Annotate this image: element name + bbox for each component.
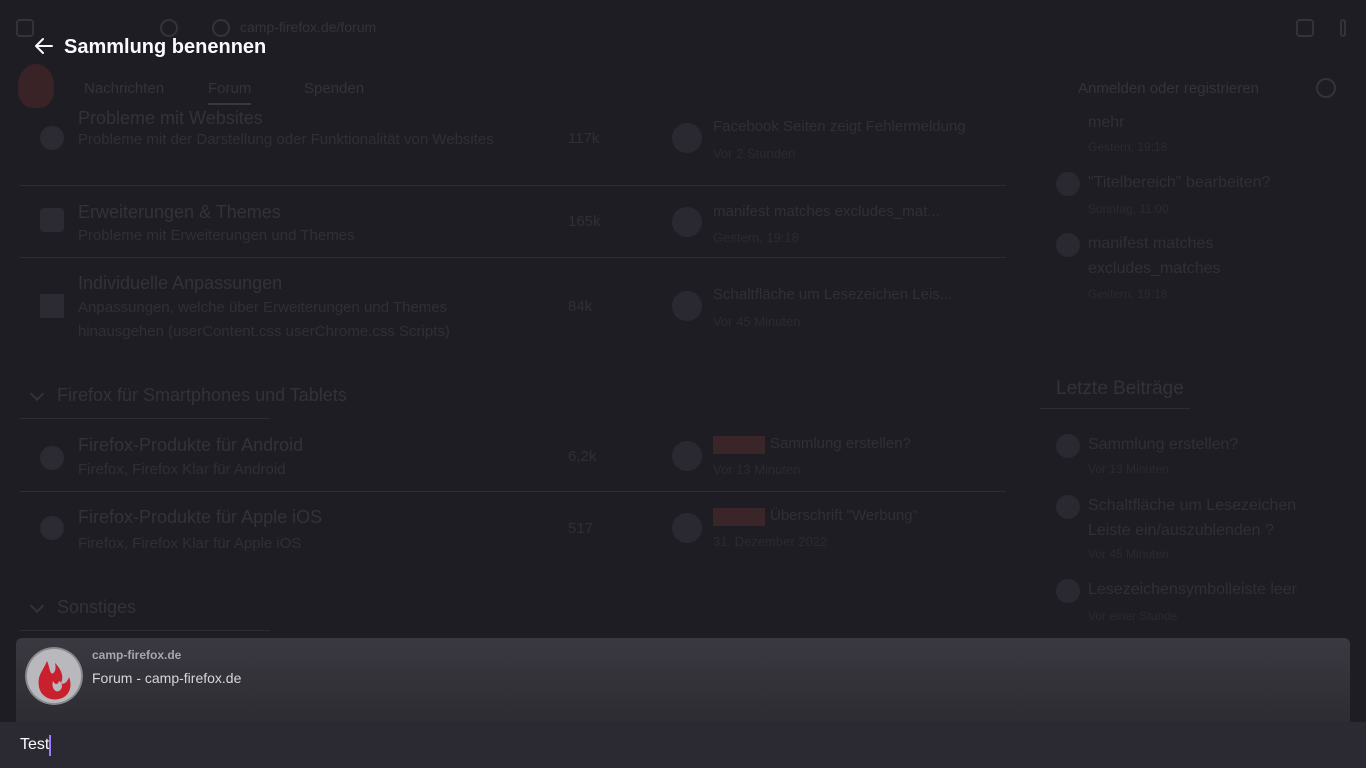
collection-name-input[interactable]	[20, 735, 1340, 755]
avatar	[672, 207, 702, 237]
forum-count: 165k	[568, 213, 601, 230]
sidebar-item-title: Schaltfläche um Lesezeichen Leiste ein/a…	[1088, 497, 1297, 539]
divider	[20, 185, 1006, 186]
avatar	[1056, 233, 1080, 257]
site-favicon	[25, 647, 83, 705]
android-icon	[40, 446, 64, 470]
brush-icon	[40, 294, 64, 318]
chevron-down-icon	[29, 386, 45, 402]
forum-desc: Probleme mit Erweiterungen und Themes	[78, 227, 355, 244]
avatar	[1056, 579, 1080, 603]
forum-title: Firefox-Produkte für Android	[78, 435, 304, 455]
collection-name-bar	[0, 722, 1366, 768]
last-post-title: Überschrift "Werbung"	[770, 507, 918, 524]
sidebar-item-meta: Sonntag, 11:00	[1088, 202, 1169, 216]
sidebar-item-title: mehr	[1088, 114, 1125, 131]
forum-desc: Firefox, Firefox Klar für Apple iOS	[78, 535, 302, 552]
avatar	[672, 291, 702, 321]
sidebar-item-meta: Vor 45 Minuten	[1088, 547, 1169, 561]
text-cursor	[49, 735, 51, 756]
last-post-meta: Vor 13 Minuten	[713, 462, 801, 477]
puzzle-icon	[40, 208, 64, 232]
last-post-meta: Vor 45 Minuten	[713, 314, 801, 329]
card-page-title: Forum - camp-firefox.de	[92, 670, 242, 686]
sidebar-item-title: Lesezeichensymbolleiste leer	[1088, 581, 1297, 598]
sidebar-item-title: "Titelbereich" bearbeiten?	[1088, 174, 1271, 191]
dialog-header: Sammlung benennen	[0, 0, 1366, 94]
apple-icon	[40, 516, 64, 540]
globe-icon	[40, 126, 64, 150]
divider	[20, 630, 270, 631]
last-post-meta: Vor 2 Stunden	[713, 146, 796, 161]
section-title: Firefox für Smartphones und Tablets	[57, 385, 347, 405]
avatar	[672, 441, 702, 471]
last-post-title: Sammlung erstellen?	[770, 435, 911, 452]
last-post-title: manifest matches excludes_mat...	[713, 203, 940, 220]
last-post-meta: Gestern, 19:18	[713, 230, 799, 245]
divider	[1040, 408, 1190, 409]
last-post-title: Facebook Seiten zeigt Fehlermeldung	[713, 118, 966, 135]
sidebar-item-meta: Vor einer Stunde	[1088, 609, 1178, 623]
shared-page-card: camp-firefox.de Forum - camp-firefox.de	[16, 638, 1350, 722]
forum-desc: Anpassungen, welche über Erweiterungen u…	[78, 299, 450, 340]
sidebar-item-title: manifest matches excludes_matches	[1088, 235, 1221, 277]
forum-title: Individuelle Anpassungen	[78, 273, 283, 293]
status-badge	[713, 508, 765, 526]
divider	[20, 491, 1006, 492]
sidebar-item-title: Sammlung erstellen?	[1088, 436, 1239, 453]
status-badge	[713, 436, 765, 454]
avatar	[1056, 172, 1080, 196]
forum-title: Firefox-Produkte für Apple iOS	[78, 507, 323, 527]
last-post-title: Schaltfläche um Lesezeichen Leis...	[713, 286, 953, 303]
avatar	[672, 513, 702, 543]
forum-count: 84k	[568, 298, 593, 315]
forum-count: 117k	[568, 130, 600, 147]
section-title: Sonstiges	[57, 597, 137, 617]
page-title: Sammlung benennen	[64, 36, 267, 58]
last-post-meta: 31. Dezember 2022	[713, 534, 828, 549]
avatar	[1056, 495, 1080, 519]
avatar	[672, 123, 702, 153]
divider	[20, 257, 1006, 258]
card-site-name: camp-firefox.de	[92, 648, 182, 662]
sidebar-item-meta: Gestern, 19:18	[1088, 140, 1168, 154]
forum-desc: Firefox, Firefox Klar für Android	[78, 461, 286, 478]
chevron-down-icon	[29, 598, 45, 614]
sidebar-heading: Letzte Beiträge	[1056, 378, 1184, 399]
sidebar-item-meta: Gestern, 19:18	[1088, 287, 1168, 301]
forum-title: Erweiterungen & Themes	[78, 202, 281, 222]
forum-desc: Probleme mit der Darstellung oder Funkti…	[78, 131, 494, 148]
avatar	[1056, 434, 1080, 458]
forum-title: Probleme mit Websites	[78, 108, 263, 128]
sidebar-item-meta: Vor 13 Minuten	[1088, 462, 1169, 476]
back-button[interactable]	[28, 30, 60, 62]
arrow-left-icon	[35, 38, 53, 54]
forum-count: 517	[568, 520, 594, 537]
forum-count: 6,2k	[568, 448, 597, 465]
divider	[20, 418, 270, 419]
